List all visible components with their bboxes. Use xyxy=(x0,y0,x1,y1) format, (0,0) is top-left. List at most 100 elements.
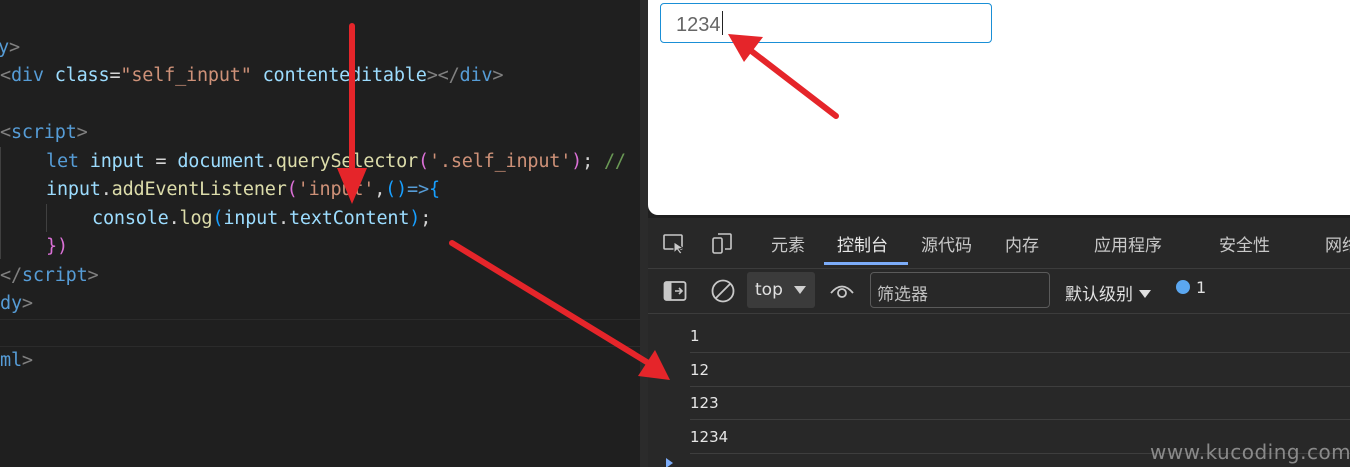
code-token: ) xyxy=(409,208,421,229)
browser-viewport: 1234 xyxy=(648,0,1350,215)
devtools-tab-bar: 元素 控制台 源代码 内存 应用程序 安全性 网络 xyxy=(648,218,1350,266)
code-token: log xyxy=(179,208,213,229)
console-message[interactable]: 1 xyxy=(690,319,1350,353)
context-selector[interactable]: top xyxy=(747,272,815,308)
code-token: = xyxy=(144,151,178,172)
code-token: input xyxy=(46,179,101,200)
self-input-field[interactable]: 1234 xyxy=(660,3,992,43)
text-caret xyxy=(721,11,723,35)
code-token: > xyxy=(76,122,88,143)
code-token: '.self_input' xyxy=(428,151,572,172)
code-token: , xyxy=(374,179,386,200)
context-selector-value: top xyxy=(755,280,783,300)
sidebar-toggle-icon[interactable] xyxy=(663,280,687,302)
code-token: script xyxy=(21,265,88,286)
clear-console-icon[interactable] xyxy=(710,278,736,304)
code-line[interactable]: <script> xyxy=(0,119,88,147)
log-levels-dropdown[interactable]: 默认级别 xyxy=(1065,280,1151,305)
console-message[interactable]: 12 xyxy=(690,353,1350,387)
code-token: > xyxy=(8,37,20,58)
code-token: addEventListener xyxy=(111,179,287,200)
chevron-down-icon xyxy=(794,286,806,294)
issues-count: 1 xyxy=(1196,278,1207,297)
code-token: ></ xyxy=(426,65,460,86)
live-expression-eye-icon[interactable] xyxy=(829,281,855,301)
code-token: ml xyxy=(0,350,22,371)
code-token: div xyxy=(10,65,44,86)
console-toolbar: top 筛选器 默认级别 1 xyxy=(648,268,1350,314)
filter-input[interactable]: 筛选器 xyxy=(870,272,1050,308)
tab-console[interactable]: 控制台 xyxy=(837,231,888,256)
code-token: ( xyxy=(417,151,429,172)
code-line[interactable]: }) xyxy=(46,233,68,261)
code-token: dy xyxy=(0,293,22,314)
code-token: . xyxy=(278,208,289,229)
tab-sources[interactable]: 源代码 xyxy=(921,231,972,256)
code-token: ) xyxy=(571,151,583,172)
tab-memory[interactable]: 内存 xyxy=(1005,231,1039,256)
code-token: . xyxy=(168,208,180,229)
code-token: > xyxy=(87,265,99,286)
tab-elements[interactable]: 元素 xyxy=(771,231,805,256)
code-token: textContent xyxy=(288,208,410,229)
tab-network[interactable]: 网络 xyxy=(1325,231,1350,256)
code-token: < xyxy=(0,122,11,143)
code-token: => xyxy=(407,179,429,200)
code-line[interactable]: <div class="self_input" contenteditable>… xyxy=(0,62,503,90)
code-token: ( xyxy=(286,179,298,200)
code-token: . xyxy=(264,151,276,172)
code-token: { xyxy=(428,179,440,200)
active-tab-indicator xyxy=(824,262,908,265)
code-token: > xyxy=(21,350,33,371)
code-line[interactable]: let input = document.querySelector('.sel… xyxy=(46,148,626,176)
code-token: document xyxy=(177,151,265,172)
pane-divider[interactable] xyxy=(640,0,648,467)
code-token: console xyxy=(92,208,169,229)
code-token: div xyxy=(459,65,493,86)
code-token: < xyxy=(0,65,11,86)
code-token: let xyxy=(46,151,79,172)
devtools-panel: 元素 控制台 源代码 内存 应用程序 安全性 网络 top 筛选器 默认级别 1… xyxy=(648,218,1350,467)
code-editor[interactable]: y> <div class="self_input" contenteditab… xyxy=(0,0,640,467)
code-line[interactable]: ml> xyxy=(0,347,33,375)
code-token: }) xyxy=(46,236,68,257)
code-token: 'input' xyxy=(297,179,375,200)
inspect-element-icon[interactable] xyxy=(662,231,686,255)
code-token: > xyxy=(492,65,504,86)
code-token: // xyxy=(593,151,626,172)
indent-guide xyxy=(46,204,47,232)
watermark: www.kucoding.com xyxy=(1150,440,1350,464)
code-token: ( xyxy=(212,208,224,229)
chevron-down-icon xyxy=(1139,290,1151,298)
code-line[interactable]: </script> xyxy=(0,262,99,290)
code-line[interactable]: input.addEventListener('input',()=>{ xyxy=(46,176,440,204)
message-icon xyxy=(1176,280,1190,294)
code-line[interactable]: dy> xyxy=(0,290,33,318)
self-input-value: 1234 xyxy=(676,14,721,36)
console-message[interactable]: 123 xyxy=(690,386,1350,420)
tab-application[interactable]: 应用程序 xyxy=(1094,231,1162,256)
code-token: </ xyxy=(0,265,22,286)
code-token: = xyxy=(109,65,121,86)
console-prompt-chevron-icon[interactable] xyxy=(666,458,673,467)
code-token: input xyxy=(89,151,145,172)
code-token: () xyxy=(385,179,408,200)
tab-security[interactable]: 安全性 xyxy=(1219,231,1270,256)
code-token: input xyxy=(223,208,279,229)
filter-placeholder: 筛选器 xyxy=(877,285,928,305)
code-token: script xyxy=(10,122,77,143)
code-line[interactable]: console.log(input.textContent); xyxy=(92,205,431,233)
issues-counter[interactable]: 1 xyxy=(1176,278,1206,297)
device-toolbar-icon[interactable] xyxy=(710,231,734,255)
code-token: ; xyxy=(420,208,432,229)
current-line-highlight xyxy=(0,319,640,347)
code-token: "self_input" xyxy=(120,65,252,86)
code-token: class xyxy=(54,65,110,86)
log-levels-label: 默认级别 xyxy=(1065,285,1133,305)
code-line[interactable]: y> xyxy=(0,34,20,62)
indent-guide xyxy=(0,147,1,259)
code-token: > xyxy=(21,293,33,314)
